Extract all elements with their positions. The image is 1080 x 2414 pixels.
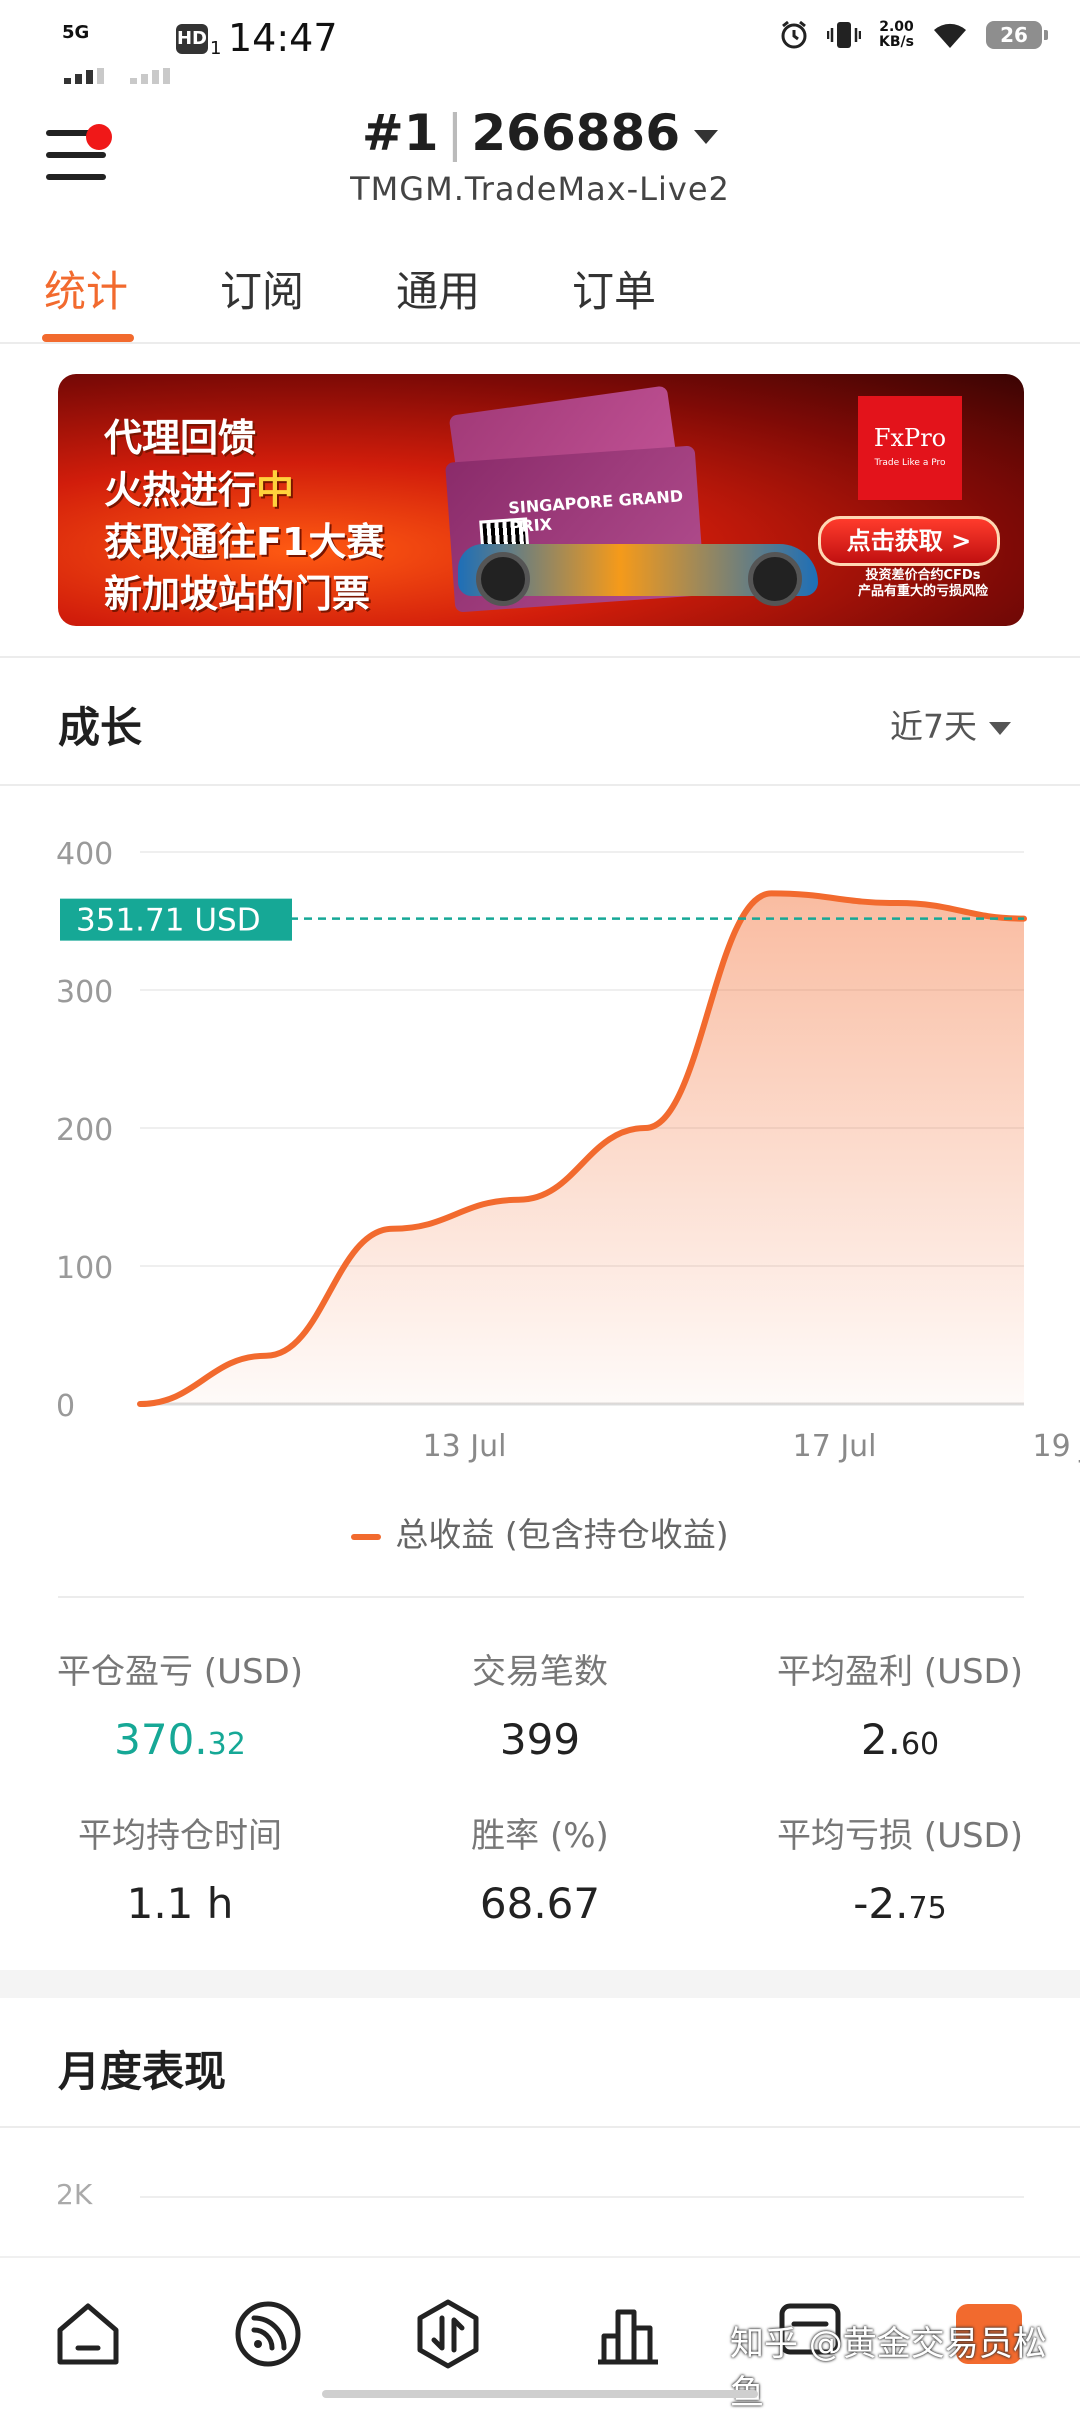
get-ticket-button[interactable]: 点击获取 > [818,516,1000,566]
account-selector[interactable]: #1 | 266886 [0,104,1080,162]
signal-icon [64,40,108,84]
tab-orders[interactable]: 订单 [572,258,656,319]
net-speed: 2.00 KB/s [879,19,914,50]
wheel [476,552,530,606]
x-tick-label: 19 Jul [1033,1429,1080,1464]
divider [0,656,1080,658]
stat-avg-loss: 平均亏损 (USD) -2.75 [777,1816,1023,1928]
growth-chart: 400 300 200 100 0 13 Jul 17 Jul 19 Jul 351.71 US… [0,800,1080,1480]
home-icon[interactable] [52,2298,124,2370]
series-area [140,893,1024,1404]
chart-legend[interactable]: 总收益 (包含持仓收益) [0,1508,1080,1556]
divider [0,784,1080,786]
status-icons: 2.00 KB/s 26 [779,19,1048,50]
section-title: 月度表现 [58,2047,227,2096]
account-rank: #1 [361,104,439,162]
account-number: 266886 [471,104,681,162]
stat-closed-pnl: 平仓盈亏 (USD) 370.32 [57,1652,303,1764]
tab-statistics[interactable]: 统计 [44,258,128,319]
trade-icon[interactable] [412,2298,484,2370]
feed-icon[interactable] [232,2298,304,2370]
signal2-icon [130,40,174,84]
battery-indicator: 26 [986,21,1048,49]
monthly-axis-label: 2K [56,2178,93,2211]
clock: 14:47 [228,16,338,60]
sim-slot: 1 [210,38,222,59]
period-dropdown[interactable]: 近7天 [890,700,1011,748]
hd-icon: HD [176,24,208,54]
risk-disclaimer: 投资差价合约CFDs 产品有重大的亏损风险 [857,568,988,599]
stat-avg-hold-time: 平均持仓时间 1.1 h [78,1816,282,1928]
chevron-down-icon [694,129,719,144]
tab-general[interactable]: 通用 [396,258,480,319]
wifi-icon [934,23,966,48]
tab-subscriptions[interactable]: 订阅 [220,258,304,319]
server-name: TMGM.TradeMax-Live2 [350,170,730,208]
y-tick-label: 0 [56,1389,75,1424]
x-tick-label: 17 Jul [793,1429,877,1464]
fxpro-logo: FxPro Trade Like a Pro [858,396,962,500]
watermark: 知乎 @黄金交易员松鱼 [730,2324,1047,2413]
legend-swatch [351,1533,382,1540]
chart-icon[interactable] [592,2298,664,2370]
y-tick-label: 400 [56,837,113,872]
stat-win-rate: 胜率 (%) 68.67 [471,1816,609,1928]
tab-underline [42,334,134,342]
x-tick-label: 13 Jul [423,1429,507,1464]
chevron-down-icon [989,722,1011,735]
alarm-icon [781,20,807,49]
tab-bar: 统计 订阅 通用 订单 [0,250,1080,344]
monthly-gridline [140,2196,1024,2198]
ticket-text: SINGAPORE GRAND PRIX [507,486,684,537]
current-value-label: 351.71 USD [76,903,261,939]
y-tick-label: 100 [56,1251,113,1286]
growth-chart-svg: 400 300 200 100 0 13 Jul 17 Jul 19 Jul 351.71 US… [56,837,1080,1464]
y-tick-label: 200 [56,1113,113,1148]
y-tick-label: 300 [56,975,113,1010]
status-bar: 5G HD 1 14:47 2.00 KB/s 26 [0,0,1080,84]
vibrate-icon [827,22,862,48]
banner-headline: 代理回馈 火热进行中 获取通往F1大赛 新加坡站的门票 [104,416,385,616]
section-title: 成长 [58,703,143,752]
promo-banner[interactable]: SINGAPORE GRAND PRIX 代理回馈 火热进行中 获取通往F1大赛… [58,374,1024,626]
stat-avg-profit: 平均盈利 (USD) 2.60 [777,1652,1023,1764]
home-indicator[interactable] [322,2390,758,2398]
stat-trade-count: 交易笔数 399 [472,1652,608,1764]
divider [0,2126,1080,2128]
divider [58,1596,1024,1598]
wheel [748,552,802,606]
legend-label: 总收益 (包含持仓收益) [395,1515,729,1554]
section-gap [0,1970,1080,1998]
